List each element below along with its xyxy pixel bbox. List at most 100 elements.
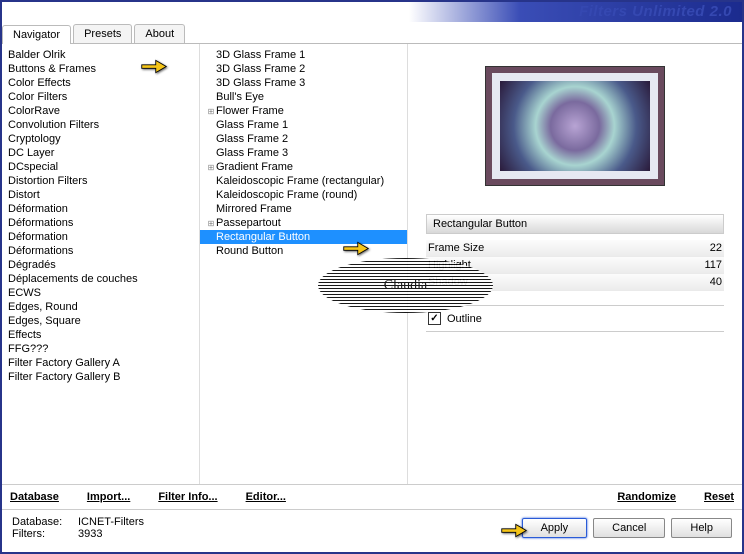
category-item[interactable]: Buttons & Frames bbox=[2, 62, 199, 76]
filter-item[interactable]: Glass Frame 1 bbox=[200, 118, 407, 132]
preview-panel: Claudia Rectangular Button Frame Size22H… bbox=[408, 44, 742, 484]
filter-item[interactable]: 3D Glass Frame 1 bbox=[200, 48, 407, 62]
expand-icon bbox=[206, 204, 216, 214]
tab-navigator[interactable]: Navigator bbox=[2, 25, 71, 44]
main-area: Balder OlrikButtons & FramesColor Effect… bbox=[2, 44, 742, 484]
button-row: Apply Cancel Help bbox=[522, 518, 732, 538]
slider-value: 117 bbox=[704, 259, 722, 271]
filter-item[interactable]: Glass Frame 2 bbox=[200, 132, 407, 146]
link-editor[interactable]: Editor... bbox=[246, 491, 286, 503]
filter-item[interactable]: Glass Frame 3 bbox=[200, 146, 407, 160]
tab-about[interactable]: About bbox=[134, 24, 185, 43]
expand-icon bbox=[206, 176, 216, 186]
expand-icon bbox=[206, 78, 216, 88]
category-item[interactable]: Edges, Square bbox=[2, 314, 199, 328]
filter-item[interactable]: Round Button bbox=[200, 244, 407, 258]
link-reset[interactable]: Reset bbox=[704, 491, 734, 503]
filter-label: Mirrored Frame bbox=[216, 203, 292, 215]
category-item[interactable]: Edges, Round bbox=[2, 300, 199, 314]
category-item[interactable]: Filter Factory Gallery B bbox=[2, 370, 199, 384]
filter-label: Kaleidoscopic Frame (rectangular) bbox=[216, 175, 384, 187]
filter-item[interactable]: Rectangular Button bbox=[200, 230, 407, 244]
db-value: ICNET-Filters bbox=[78, 516, 144, 528]
category-item[interactable]: Color Effects bbox=[2, 76, 199, 90]
expand-icon bbox=[206, 246, 216, 256]
expand-icon bbox=[206, 190, 216, 200]
category-item[interactable]: Dégradés bbox=[2, 258, 199, 272]
slider-value: 40 bbox=[710, 276, 722, 288]
outline-label: Outline bbox=[447, 313, 482, 325]
category-item[interactable]: DC Layer bbox=[2, 146, 199, 160]
filters-value: 3933 bbox=[78, 528, 102, 540]
filter-label: Round Button bbox=[216, 245, 283, 257]
filter-label: Rectangular Button bbox=[216, 231, 310, 243]
filter-label: 3D Glass Frame 1 bbox=[216, 49, 305, 61]
link-randomize[interactable]: Randomize bbox=[617, 491, 676, 503]
expand-icon bbox=[206, 232, 216, 242]
category-item[interactable]: Color Filters bbox=[2, 90, 199, 104]
link-bar: Database Import... Filter Info... Editor… bbox=[2, 484, 742, 510]
category-item[interactable]: Distort bbox=[2, 188, 199, 202]
expand-icon bbox=[206, 120, 216, 130]
title-bar: Filters Unlimited 2.0 bbox=[2, 2, 742, 22]
slider-row[interactable]: Frame Size22 bbox=[426, 240, 724, 257]
app-title: Filters Unlimited 2.0 bbox=[579, 3, 732, 20]
category-item[interactable]: Balder Olrik bbox=[2, 48, 199, 62]
filter-label: 3D Glass Frame 2 bbox=[216, 63, 305, 75]
expand-icon bbox=[206, 50, 216, 60]
category-item[interactable]: Convolution Filters bbox=[2, 118, 199, 132]
expand-icon: ⊞ bbox=[206, 162, 216, 172]
filter-item[interactable]: ⊞Passepartout bbox=[200, 216, 407, 230]
category-item[interactable]: Distortion Filters bbox=[2, 174, 199, 188]
filter-item[interactable]: ⊞Gradient Frame bbox=[200, 160, 407, 174]
expand-icon bbox=[206, 92, 216, 102]
filter-item[interactable]: Bull's Eye bbox=[200, 90, 407, 104]
filter-label: Bull's Eye bbox=[216, 91, 264, 103]
expand-icon: ⊞ bbox=[206, 106, 216, 116]
filter-item[interactable]: ⊞Flower Frame bbox=[200, 104, 407, 118]
category-item[interactable]: Déformation bbox=[2, 202, 199, 216]
outline-checkbox[interactable]: ✓ bbox=[428, 312, 441, 325]
category-item[interactable]: Effects bbox=[2, 328, 199, 342]
filters-label: Filters: bbox=[12, 528, 72, 540]
filter-item[interactable]: Kaleidoscopic Frame (round) bbox=[200, 188, 407, 202]
category-item[interactable]: DCspecial bbox=[2, 160, 199, 174]
filter-name-bar: Rectangular Button bbox=[426, 214, 724, 234]
watermark-badge: Claudia bbox=[318, 258, 493, 313]
category-item[interactable]: Déplacements de couches bbox=[2, 272, 199, 286]
status-row: Database: ICNET-Filters Filters: 3933 Appl… bbox=[2, 510, 742, 546]
filter-label: Flower Frame bbox=[216, 105, 284, 117]
preview-image bbox=[500, 81, 650, 171]
tab-presets[interactable]: Presets bbox=[73, 24, 132, 43]
help-button[interactable]: Help bbox=[671, 518, 732, 538]
link-import[interactable]: Import... bbox=[87, 491, 130, 503]
filter-label: Glass Frame 3 bbox=[216, 147, 288, 159]
filter-label: Glass Frame 1 bbox=[216, 119, 288, 131]
category-item[interactable]: Déformation bbox=[2, 230, 199, 244]
cancel-button[interactable]: Cancel bbox=[593, 518, 665, 538]
category-item[interactable]: FFG??? bbox=[2, 342, 199, 356]
filter-item[interactable]: Mirrored Frame bbox=[200, 202, 407, 216]
category-item[interactable]: ECWS bbox=[2, 286, 199, 300]
filter-item[interactable]: Kaleidoscopic Frame (rectangular) bbox=[200, 174, 407, 188]
expand-icon: ⊞ bbox=[206, 218, 216, 228]
category-item[interactable]: ColorRave bbox=[2, 104, 199, 118]
category-item[interactable]: Filter Factory Gallery A bbox=[2, 356, 199, 370]
preview-frame bbox=[485, 66, 665, 186]
outline-row[interactable]: ✓ Outline bbox=[426, 305, 724, 332]
category-list[interactable]: Balder OlrikButtons & FramesColor Effect… bbox=[2, 44, 200, 484]
link-filterinfo[interactable]: Filter Info... bbox=[158, 491, 217, 503]
category-item[interactable]: Déformations bbox=[2, 216, 199, 230]
filter-label: Glass Frame 2 bbox=[216, 133, 288, 145]
category-item[interactable]: Cryptology bbox=[2, 132, 199, 146]
db-label: Database: bbox=[12, 516, 72, 528]
expand-icon bbox=[206, 148, 216, 158]
filter-item[interactable]: 3D Glass Frame 3 bbox=[200, 76, 407, 90]
filter-label: Passepartout bbox=[216, 217, 281, 229]
filter-item[interactable]: 3D Glass Frame 2 bbox=[200, 62, 407, 76]
preview-mat bbox=[492, 73, 658, 179]
link-database[interactable]: Database bbox=[10, 491, 59, 503]
filter-label: 3D Glass Frame 3 bbox=[216, 77, 305, 89]
apply-button[interactable]: Apply bbox=[522, 518, 588, 538]
category-item[interactable]: Déformations bbox=[2, 244, 199, 258]
